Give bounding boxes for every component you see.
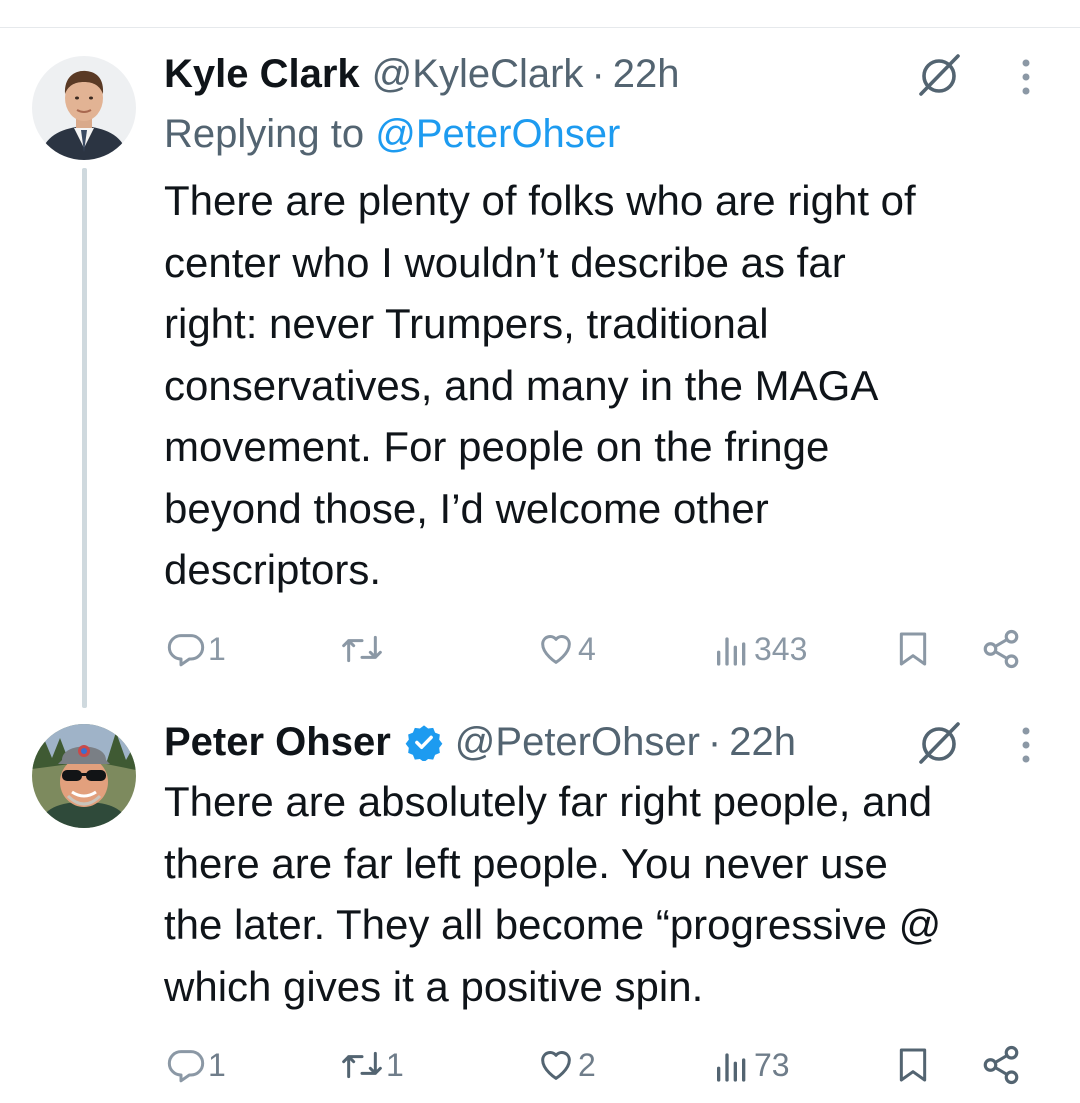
bookmark-icon <box>893 1045 933 1085</box>
reply-count: 1 <box>208 1046 226 1083</box>
views-button[interactable]: 73 <box>712 1040 790 1090</box>
like-button[interactable]: 2 <box>536 1040 596 1090</box>
more-options-icon[interactable] <box>1020 726 1032 764</box>
repost-button[interactable]: 1 <box>340 1040 404 1090</box>
bookmark-icon <box>893 629 933 669</box>
reply-icon <box>166 1045 206 1085</box>
tweet-text: There are plenty of folks who are right … <box>164 177 916 593</box>
action-bar: 1 1 2 73 <box>0 1040 1080 1090</box>
like-button[interactable]: 4 <box>536 624 596 674</box>
tweet-peter-ohser[interactable]: Peter Ohser @PeterOhser · 22h There are … <box>0 700 1080 1103</box>
repost-count: 1 <box>386 1046 404 1083</box>
tweet-kyle-clark[interactable]: Kyle Clark @KyleClark · 22h Replying to … <box>0 0 1080 708</box>
separator-dot: · <box>591 52 605 96</box>
tweet-header: Kyle Clark @KyleClark · 22h <box>164 52 680 96</box>
reply-button[interactable]: 1 <box>166 1040 226 1090</box>
share-button[interactable] <box>980 624 1022 674</box>
repost-button[interactable] <box>340 624 386 674</box>
timestamp[interactable]: 22h <box>729 720 796 764</box>
share-icon <box>980 628 1022 670</box>
replying-mention[interactable]: @PeterOhser <box>375 112 620 156</box>
views-button[interactable]: 343 <box>712 624 807 674</box>
reply-icon <box>166 629 206 669</box>
replying-to: Replying to @PeterOhser <box>164 112 620 156</box>
separator-dot: · <box>707 720 722 764</box>
handle[interactable]: @KyleClark <box>372 52 584 96</box>
bookmark-button[interactable] <box>893 1040 933 1090</box>
heart-icon <box>536 1045 576 1085</box>
action-bar: 1 4 343 <box>0 624 1080 674</box>
views-icon <box>712 1045 752 1085</box>
share-icon <box>980 1044 1022 1086</box>
like-count: 2 <box>578 1046 596 1083</box>
reply-button[interactable]: 1 <box>166 624 226 674</box>
repost-icon <box>340 1045 384 1085</box>
display-name[interactable]: Kyle Clark <box>164 52 360 96</box>
avatar[interactable] <box>32 56 136 160</box>
tweet-text: There are absolutely far right people, a… <box>164 778 942 1010</box>
handle[interactable]: @PeterOhser <box>455 720 700 764</box>
timestamp[interactable]: 22h <box>613 52 680 96</box>
display-name[interactable]: Peter Ohser <box>164 720 391 764</box>
grok-icon[interactable] <box>914 718 964 768</box>
share-button[interactable] <box>980 1040 1022 1090</box>
views-count: 73 <box>754 1046 790 1083</box>
tweet-header: Peter Ohser @PeterOhser · 22h <box>164 720 796 764</box>
views-count: 343 <box>754 630 808 667</box>
verified-badge-icon <box>405 723 443 763</box>
like-count: 4 <box>578 630 596 667</box>
bookmark-button[interactable] <box>893 624 933 674</box>
reply-count: 1 <box>208 630 226 667</box>
more-options-icon[interactable] <box>1020 58 1032 96</box>
replying-prefix: Replying to <box>164 112 376 156</box>
grok-icon[interactable] <box>914 50 964 100</box>
views-icon <box>712 629 752 669</box>
avatar[interactable] <box>32 724 136 828</box>
repost-icon <box>340 629 384 669</box>
heart-icon <box>536 629 576 669</box>
